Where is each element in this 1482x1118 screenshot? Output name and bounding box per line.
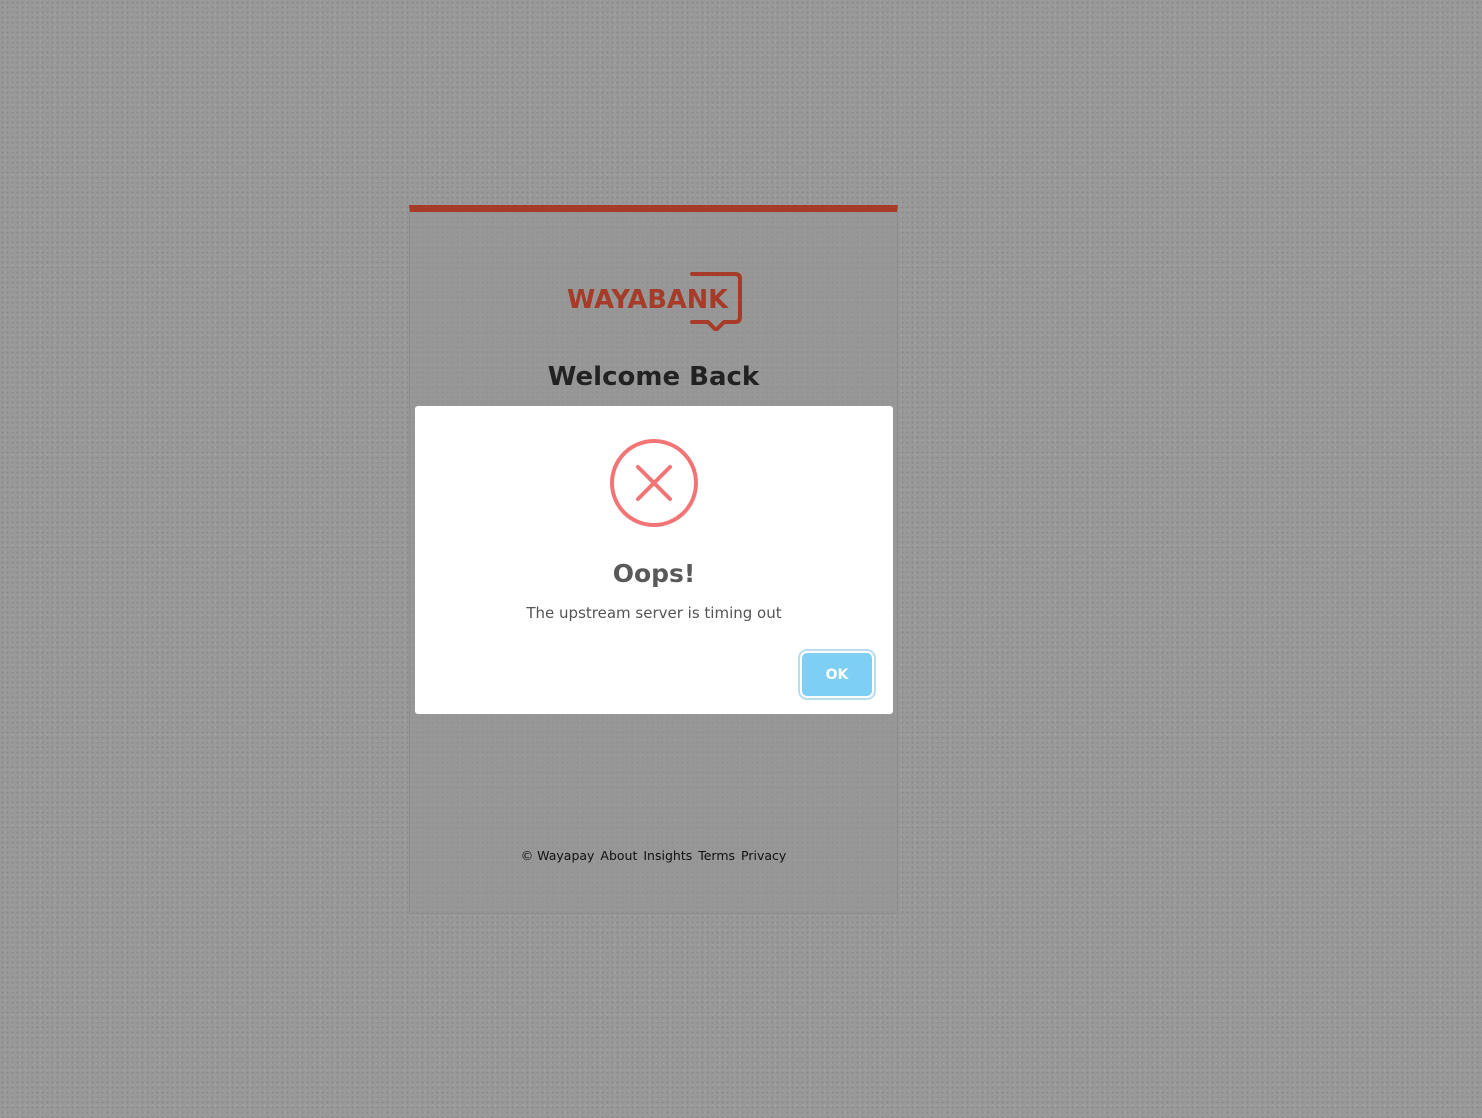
error-x-circle-icon: [609, 438, 699, 528]
welcome-title: Welcome Back: [547, 362, 760, 392]
dialog-message: The upstream server is timing out: [526, 604, 782, 622]
footer-copyright: © Wayapay: [520, 848, 595, 863]
ok-button[interactable]: OK: [802, 653, 872, 696]
footer-link-about[interactable]: About: [600, 848, 637, 863]
error-dialog: Oops! The upstream server is timing out …: [415, 406, 893, 714]
footer-link-privacy[interactable]: Privacy: [741, 848, 786, 863]
wayabank-logo: WAYABANK: [566, 267, 742, 331]
svg-text:WAYABANK: WAYABANK: [567, 285, 729, 315]
dialog-title: Oops!: [612, 559, 696, 588]
footer-link-insights[interactable]: Insights: [643, 848, 692, 863]
footer-link-terms[interactable]: Terms: [698, 848, 735, 863]
footer-links: © Wayapay About Insights Terms Privacy: [410, 848, 897, 863]
